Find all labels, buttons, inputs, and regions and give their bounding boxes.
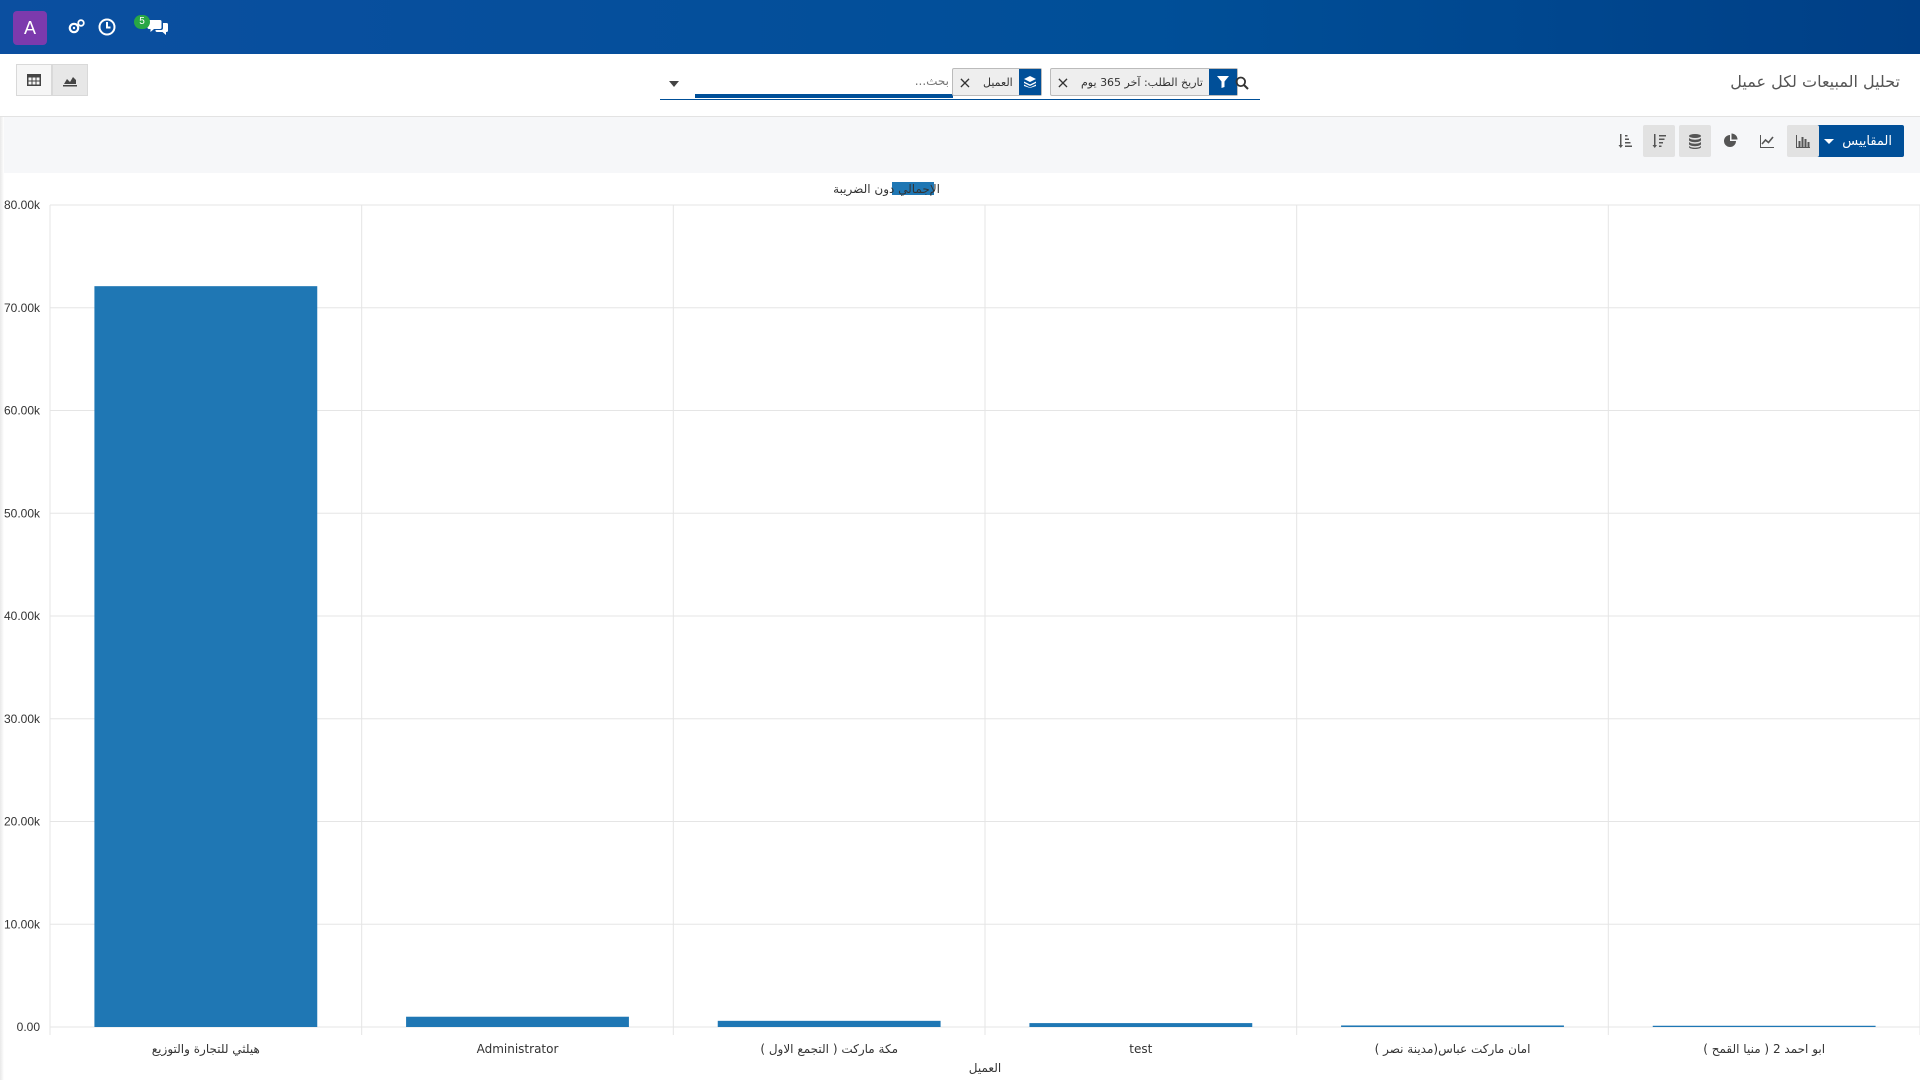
y-tick-label: 30.00k bbox=[4, 712, 41, 726]
facet-remove-icon[interactable]: × bbox=[1051, 69, 1075, 95]
caret-down-icon bbox=[1824, 138, 1835, 144]
y-tick-label: 80.00k bbox=[4, 198, 41, 212]
measures-button[interactable]: المقاييس bbox=[1812, 125, 1904, 157]
measures-label: المقاييس bbox=[1842, 133, 1892, 149]
y-tick-label: 10.00k bbox=[4, 917, 41, 931]
search-options-dropdown[interactable] bbox=[660, 74, 688, 94]
bar-chart-icon[interactable] bbox=[1787, 125, 1819, 157]
search-input[interactable] bbox=[695, 68, 953, 98]
y-tick-label: 60.00k bbox=[4, 404, 41, 418]
search-bar: × العميل × تاريخ الطلب: آخر 365 يوم bbox=[660, 66, 1260, 100]
y-tick-label: 0.00 bbox=[17, 1020, 41, 1034]
x-tick-label: ( امان ماركت عباس(مدينة نصر bbox=[1375, 1042, 1531, 1057]
left-edge-shadow bbox=[0, 117, 4, 1080]
y-tick-label: 70.00k bbox=[4, 301, 41, 315]
bar[interactable] bbox=[94, 286, 318, 1027]
facet-label: العميل bbox=[983, 75, 1013, 89]
line-chart-icon[interactable] bbox=[1751, 125, 1783, 157]
x-tick-label: مكة ماركت ( التجمع الاول ) bbox=[760, 1042, 898, 1057]
facet-label: تاريخ الطلب: آخر 365 يوم bbox=[1081, 75, 1203, 89]
legend-label[interactable]: الإجمالي دون الضريبة bbox=[833, 182, 940, 197]
sort-desc-icon[interactable] bbox=[1643, 125, 1675, 157]
bar[interactable] bbox=[1341, 1025, 1564, 1027]
user-avatar[interactable]: A bbox=[13, 11, 47, 45]
y-tick-label: 20.00k bbox=[4, 815, 41, 829]
settings-icon[interactable] bbox=[66, 16, 88, 38]
clock-icon[interactable] bbox=[96, 16, 118, 38]
page-title: تحليل المبيعات لكل عميل bbox=[1730, 72, 1900, 91]
facet-group-by-customer: × العميل bbox=[952, 68, 1042, 96]
x-tick-label: هيلثي للتجارة والتوزيع bbox=[152, 1042, 260, 1057]
pie-chart-icon[interactable] bbox=[1715, 125, 1747, 157]
chart-area: 0.00 10.00k 20.00k 30.00k 40.00k 50.00k 60.00k… bbox=[0, 173, 1920, 1080]
chat-badge: 5 bbox=[134, 15, 150, 29]
stacked-icon[interactable] bbox=[1679, 125, 1711, 157]
bar[interactable] bbox=[406, 1016, 629, 1027]
x-tick-label: Administrator bbox=[477, 1042, 559, 1056]
graph-toolbar: المقاييس bbox=[0, 117, 1920, 173]
layers-icon bbox=[1018, 69, 1041, 95]
graph-view-icon[interactable] bbox=[52, 64, 88, 96]
table-view-icon[interactable] bbox=[16, 64, 52, 96]
bar[interactable] bbox=[1652, 1025, 1876, 1027]
view-switcher bbox=[16, 64, 88, 96]
y-tick-label: 40.00k bbox=[4, 609, 41, 623]
search-icon[interactable] bbox=[1232, 73, 1252, 93]
bar[interactable] bbox=[717, 1020, 941, 1027]
x-axis-title: العميل bbox=[969, 1061, 1001, 1075]
bar-chart: 0.00 10.00k 20.00k 30.00k 40.00k 50.00k 60.00k… bbox=[4, 182, 1920, 1075]
control-panel: × العميل × تاريخ الطلب: آخر 365 يوم تحلي… bbox=[0, 54, 1920, 117]
x-tick-label: test bbox=[1129, 1042, 1152, 1056]
y-tick-label: 50.00k bbox=[4, 506, 41, 520]
top-navbar: A 5 bbox=[0, 0, 1920, 54]
sort-asc-icon[interactable] bbox=[1609, 125, 1641, 157]
x-tick-label: ابو احمد 2 ( منيا القمح ) bbox=[1703, 1042, 1825, 1057]
bar[interactable] bbox=[1029, 1023, 1253, 1027]
facet-remove-icon[interactable]: × bbox=[953, 69, 977, 95]
facet-filter-order-date: × تاريخ الطلب: آخر 365 يوم bbox=[1050, 68, 1238, 96]
